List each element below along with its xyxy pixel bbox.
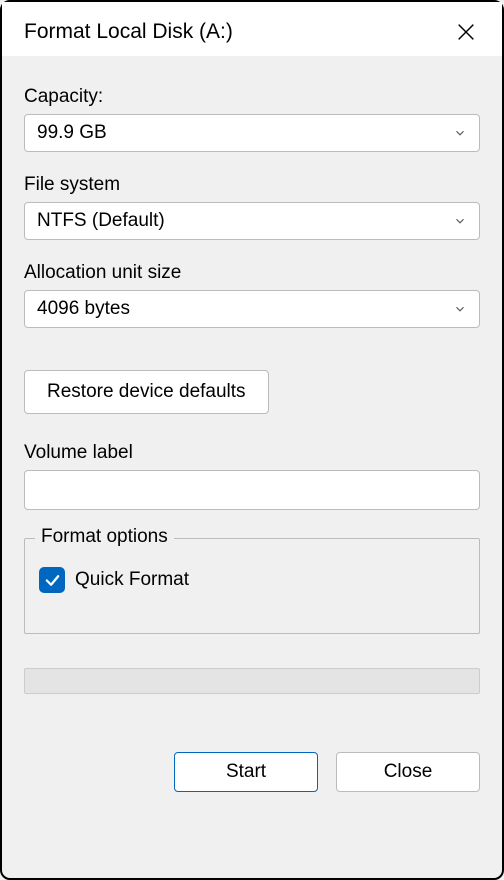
check-icon [44, 572, 61, 589]
chevron-down-icon [453, 214, 467, 228]
close-window-button[interactable] [446, 12, 486, 52]
volume-label-input[interactable] [24, 470, 480, 510]
close-icon [455, 21, 477, 43]
titlebar: Format Local Disk (A:) [2, 2, 502, 56]
allocation-group: Allocation unit size 4096 bytes [24, 262, 480, 328]
allocation-label: Allocation unit size [24, 262, 480, 284]
quick-format-row: Quick Format [39, 567, 465, 593]
progress-bar [24, 668, 480, 694]
capacity-group: Capacity: 99.9 GB [24, 86, 480, 152]
volume-group: Volume label [24, 442, 480, 510]
capacity-label: Capacity: [24, 86, 480, 108]
capacity-dropdown[interactable]: 99.9 GB [24, 114, 480, 152]
format-options-fieldset: Format options Quick Format [24, 538, 480, 634]
filesystem-group: File system NTFS (Default) [24, 174, 480, 240]
filesystem-value: NTFS (Default) [37, 210, 165, 232]
format-options-legend: Format options [35, 526, 174, 548]
start-button[interactable]: Start [174, 752, 318, 792]
allocation-dropdown[interactable]: 4096 bytes [24, 290, 480, 328]
chevron-down-icon [453, 302, 467, 316]
volume-label: Volume label [24, 442, 480, 464]
dialog-content: Capacity: 99.9 GB File system NTFS (Defa… [2, 56, 502, 814]
capacity-value: 99.9 GB [37, 122, 107, 144]
filesystem-label: File system [24, 174, 480, 196]
close-button[interactable]: Close [336, 752, 480, 792]
filesystem-dropdown[interactable]: NTFS (Default) [24, 202, 480, 240]
window-title: Format Local Disk (A:) [24, 20, 233, 44]
allocation-value: 4096 bytes [37, 298, 130, 320]
restore-defaults-button[interactable]: Restore device defaults [24, 370, 269, 414]
action-button-row: Start Close [24, 752, 480, 792]
chevron-down-icon [453, 126, 467, 140]
quick-format-label: Quick Format [75, 569, 189, 591]
quick-format-checkbox[interactable] [39, 567, 65, 593]
